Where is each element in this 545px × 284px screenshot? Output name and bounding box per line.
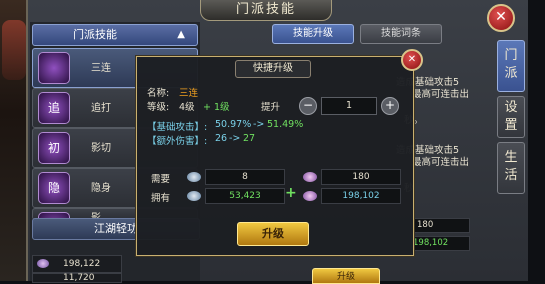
desc-line: 最高可连击出 [412,89,470,100]
purple-gem-icon [303,191,317,201]
need-label: 需要 [151,174,171,185]
need-amount-2: 180 [321,169,401,185]
add-icon[interactable]: + [285,185,297,201]
character-figure [2,20,26,80]
owned-value: 198,102 [412,236,470,251]
extra-damage-label: 【额外伤害】: [147,136,208,147]
sect-skills-header[interactable]: 门派技能 ▲ [32,24,198,46]
upgrade-button-bg[interactable]: 升级 [312,268,380,284]
side-tab-label: 生活 [504,150,518,183]
dialog-close-button[interactable]: ✕ [401,49,423,71]
level-label: 等级: [147,102,170,113]
have-amount-1: 53,423 [205,188,285,204]
cost-value: 180 [412,218,470,233]
skill-icon: 初 [38,132,70,164]
currency-row: 198,122 [32,255,122,273]
base-attack-label: 【基础攻击】: [147,122,208,133]
upgrade-button[interactable]: 升级 [237,222,309,246]
close-button[interactable]: ✕ [487,4,515,32]
raise-level-input[interactable]: 1 [321,97,377,115]
skill-info: 名称: 三连 等级: 4级 + 1级 提升 − 1 + 【基础攻击】: 50.9… [143,79,405,163]
side-tab-label: 门派 [504,48,518,81]
tab-skill-words[interactable]: 技能词条 [360,24,442,44]
base-attack-to: 51.49% [267,119,304,130]
window-title: 门派技能 [200,0,332,21]
skill-name: 隐身 [91,183,111,194]
silver-gem-icon [187,172,201,182]
level-plus: + 1级 [203,102,230,113]
have-label: 拥有 [151,193,171,204]
side-tab-sect[interactable]: 门派 [497,40,525,92]
base-attack-from: 50.97% [215,119,252,130]
currency-row-2: 11,720 [32,273,122,283]
have-amount-2: 198,102 [321,188,401,204]
tab-skill-upgrade[interactable]: 技能升级 [272,24,354,44]
arrow: -> [229,133,241,144]
raise-label: 提升 [261,102,281,113]
skill-name: 三连 [91,63,111,74]
category-label: 门派技能 [73,28,117,41]
currency-value: 198,122 [63,259,101,269]
gem-icon [37,259,49,268]
skill-name-value: 三连 [179,88,199,99]
side-tab-settings[interactable]: 设置 [497,96,525,138]
quick-upgrade-dialog: 快捷升级 ✕ 名称: 三连 等级: 4级 + 1级 提升 − 1 + 【基础攻击… [136,49,423,256]
extra-damage-to: 27 [243,133,256,144]
need-amount-1: 8 [205,169,285,185]
skill-name: 影切 [91,143,111,154]
skill-icon: 追 [38,92,70,124]
skill-icon: 隐 [38,172,70,204]
decrease-button[interactable]: − [299,97,317,115]
purple-gem-icon [303,172,317,182]
skill-name: 追打 [91,103,111,114]
upgrade-costs: 需要 8 180 拥有 53,423 + 198,102 [143,169,405,209]
silver-gem-icon [187,191,201,201]
desc-line: 最高可连击出 [412,157,470,168]
collapse-arrow-icon: ▲ [177,29,185,40]
dialog-title: 快捷升级 [235,60,311,78]
name-label: 名称: [147,88,170,99]
skill-icon [38,52,70,84]
arrow: -> [253,119,265,130]
level-value: 4级 [179,102,195,113]
increase-button[interactable]: + [381,97,399,115]
side-tab-label: 设置 [504,100,518,133]
extra-damage-from: 26 [215,133,228,144]
side-tab-life[interactable]: 生活 [497,142,525,194]
